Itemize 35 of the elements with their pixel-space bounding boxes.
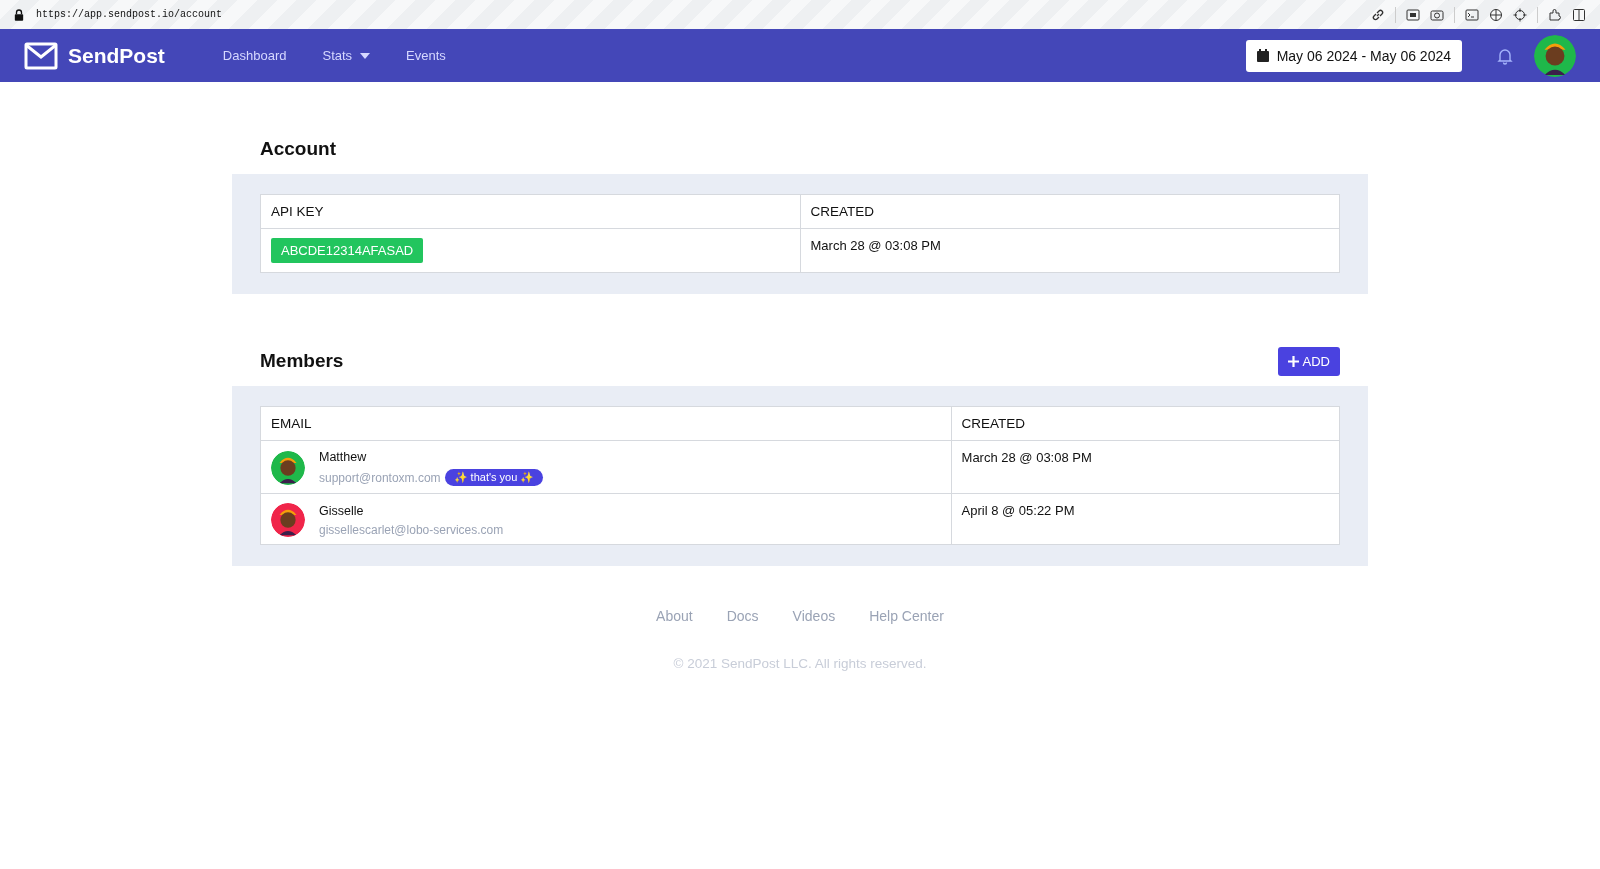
caret-icon [360, 52, 371, 59]
member-email: gissellescarlet@lobo-services.com [319, 522, 504, 537]
table-cell: April 8 @ 05:22 PM [951, 493, 1340, 545]
url-text[interactable]: https://app.sendpost.io/account [36, 9, 223, 20]
column-header: EMAIL [260, 406, 952, 441]
nav-link[interactable]: Stats [322, 48, 371, 63]
table-cell: March 28 @ 03:08 PM [800, 228, 1340, 273]
add-button[interactable]: ADD [1277, 346, 1340, 376]
lock-icon [14, 7, 24, 22]
terminal-icon[interactable] [1465, 7, 1479, 22]
envelope-logo-icon[interactable] [24, 41, 58, 70]
crosshair-icon[interactable] [1513, 7, 1527, 22]
nav-link[interactable]: Dashboard [222, 48, 287, 63]
link-icon[interactable] [1371, 7, 1385, 22]
brand-name[interactable]: SendPost [68, 43, 165, 68]
bell-icon[interactable] [1496, 46, 1514, 65]
camera-icon[interactable] [1430, 7, 1444, 22]
section-title: Account [260, 138, 336, 160]
plus-icon [1287, 355, 1299, 367]
current-user-badge: ✨ that's you ✨ [444, 469, 544, 486]
globe-icon[interactable] [1489, 7, 1503, 22]
member-email: support@rontoxm.com [319, 470, 441, 485]
member-name: Matthew [319, 450, 368, 464]
calendar-icon [1256, 49, 1269, 62]
sidebar-icon[interactable] [1572, 7, 1586, 22]
date-range-picker[interactable]: May 06 2024 - May 06 2024 [1245, 39, 1462, 72]
nav-link[interactable]: Events [406, 48, 446, 63]
column-header: API KEY [260, 194, 800, 229]
member-name: Gisselle [319, 503, 365, 518]
table-cell: March 28 @ 03:08 PM [951, 440, 1340, 494]
column-header: CREATED [951, 406, 1340, 441]
screenshot-icon[interactable] [1406, 7, 1420, 22]
user-avatar-icon[interactable] [1534, 34, 1576, 77]
column-header: CREATED [800, 194, 1340, 229]
section-title: Members [260, 350, 344, 372]
